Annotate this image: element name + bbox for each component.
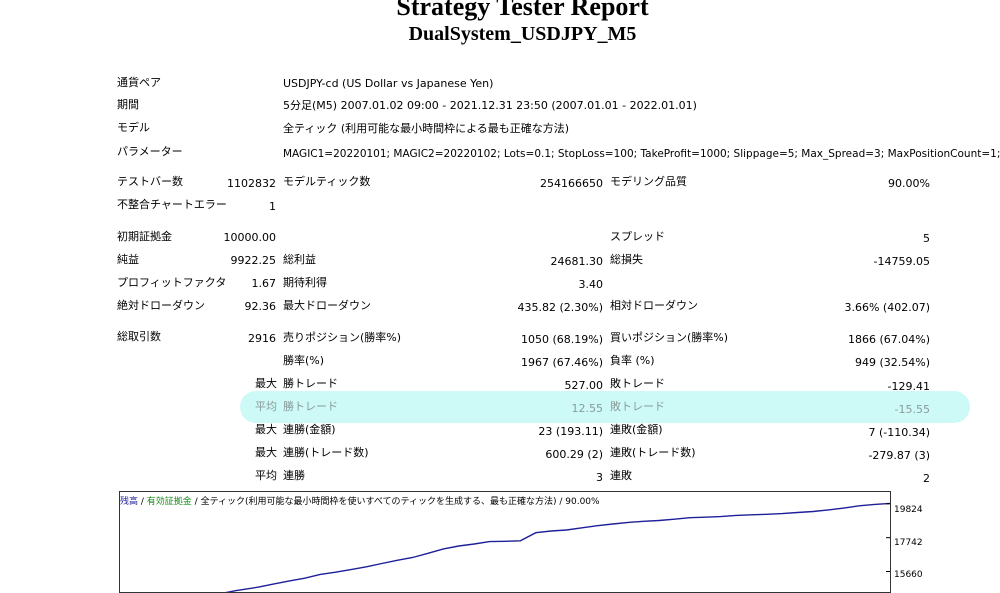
pair-label: 通貨ペア <box>117 76 161 89</box>
model-label: モデル <box>117 121 150 134</box>
gross-loss-label: 総損失 <box>610 253 643 266</box>
spread-value: 5 <box>923 232 930 245</box>
short-positions-label: 売りポジション(勝率%) <box>283 331 402 344</box>
loss-rate-label: 負率 (%) <box>610 354 655 367</box>
chart-legend: 残高 / 有効証拠金 / 全ティック(利用可能な最小時間枠を使いすべてのティック… <box>120 494 600 507</box>
y-tick-label: 15660 <box>894 570 923 580</box>
legend-balance: 残高 <box>120 497 139 507</box>
rel-drawdown-label: 相対ドローダウン <box>610 299 698 312</box>
detail-right-label: 敗トレード <box>610 377 665 390</box>
legend-model-info: 全ティック(利用可能な最小時間枠を使いすべてのティックを生成する、最も正確な方法… <box>200 497 600 507</box>
total-trades-value: 2916 <box>248 332 276 345</box>
gross-profit-value: 24681.30 <box>550 255 604 268</box>
detail-prefix: 最大 <box>255 377 277 390</box>
y-tick-label: 19824 <box>894 505 923 515</box>
detail-left-label: 連勝 <box>283 469 305 482</box>
detail-right-label: 連敗 <box>610 469 632 482</box>
balance-line <box>225 502 890 592</box>
total-trades-label: 総取引数 <box>117 330 161 343</box>
test-bars-label: テストバー数 <box>117 175 183 188</box>
net-profit-label: 純益 <box>117 253 139 266</box>
loss-rate-value: 949 (32.54%) <box>854 356 930 369</box>
detail-left-label: 勝トレード <box>283 400 338 413</box>
model-ticks-value: 254166650 <box>540 177 603 190</box>
legend-separator: / <box>138 497 147 507</box>
spread-label: スプレッド <box>610 230 665 243</box>
detail-right-value: -15.55 <box>894 403 930 416</box>
expected-payoff-value: 3.40 <box>578 278 604 291</box>
detail-left-value: 12.55 <box>571 402 604 415</box>
detail-prefix: 最大 <box>255 423 277 436</box>
profit-factor-value: 1.67 <box>251 277 277 290</box>
params-value: MAGIC1=20220101; MAGIC2=20220102; Lots=0… <box>283 148 1000 160</box>
net-profit-value: 9922.25 <box>230 254 277 267</box>
detail-right-label: 連敗(トレード数) <box>610 446 696 459</box>
pair-value: USDJPY-cd (US Dollar vs Japanese Yen) <box>283 77 494 90</box>
test-bars-value: 1102832 <box>227 177 276 190</box>
detail-left-value: 23 (193.11) <box>538 425 603 438</box>
mismatch-errors-value: 1 <box>269 200 276 213</box>
detail-prefix: 最大 <box>255 446 277 459</box>
detail-prefix: 平均 <box>255 400 277 413</box>
win-rate-label: 勝率(%) <box>283 354 325 367</box>
detail-left-value: 527.00 <box>564 379 604 392</box>
max-drawdown-value: 435.82 (2.30%) <box>517 301 603 314</box>
params-label: パラメーター <box>117 145 183 158</box>
max-drawdown-label: 最大ドローダウン <box>283 299 371 312</box>
detail-right-label: 連敗(金額) <box>610 423 663 436</box>
detail-right-value: -279.87 (3) <box>868 449 930 462</box>
abs-drawdown-value: 92.36 <box>244 300 277 313</box>
long-positions-value: 1866 (67.04%) <box>847 333 930 346</box>
y-tick-label: 17742 <box>894 538 923 548</box>
short-positions-value: 1050 (68.19%) <box>520 333 603 346</box>
model-ticks-label: モデルティック数 <box>283 175 371 188</box>
modeling-quality-label: モデリング品質 <box>610 175 687 188</box>
initial-deposit-value: 10000.00 <box>223 231 277 244</box>
legend-separator: / <box>191 497 201 507</box>
abs-drawdown-label: 絶対ドローダウン <box>117 299 205 312</box>
detail-left-label: 連勝(金額) <box>283 423 336 436</box>
detail-left-value: 600.29 (2) <box>545 448 603 461</box>
expected-payoff-label: 期待利得 <box>283 276 327 289</box>
period-value: 5分足(M5) 2007.01.02 09:00 - 2021.12.31 23… <box>283 99 697 112</box>
detail-left-value: 3 <box>596 471 603 484</box>
gross-loss-value: -14759.05 <box>873 255 930 268</box>
modeling-quality-value: 90.00% <box>888 177 930 190</box>
detail-prefix: 平均 <box>255 469 277 482</box>
model-value: 全ティック (利用可能な最小時間枠による最も正確な方法) <box>283 122 570 135</box>
period-label: 期間 <box>117 98 139 111</box>
detail-left-label: 勝トレード <box>283 377 338 390</box>
detail-right-value: 2 <box>923 472 930 485</box>
gross-profit-label: 総利益 <box>283 253 316 266</box>
win-rate-value: 1967 (67.46%) <box>520 356 603 369</box>
report-subtitle: DualSystem_USDJPY_M5 <box>408 23 637 45</box>
report-title: Strategy Tester Report <box>396 0 649 21</box>
detail-right-value: 7 (-110.34) <box>868 426 930 439</box>
balance-chart <box>225 502 890 592</box>
detail-right-value: -129.41 <box>887 380 930 393</box>
initial-deposit-label: 初期証拠金 <box>117 230 172 243</box>
detail-right-label: 敗トレード <box>610 400 665 413</box>
rel-drawdown-value: 3.66% (402.07) <box>844 301 930 314</box>
long-positions-label: 買いポジション(勝率%) <box>610 331 729 344</box>
detail-left-label: 連勝(トレード数) <box>283 446 369 459</box>
legend-equity: 有効証拠金 <box>146 497 192 507</box>
